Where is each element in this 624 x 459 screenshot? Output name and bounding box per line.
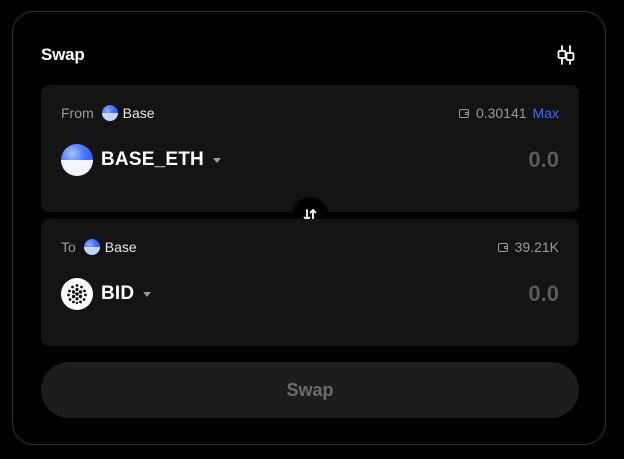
to-balance-value: 39.21K [514, 239, 559, 255]
chevron-down-icon [143, 292, 152, 297]
to-amount-input[interactable] [359, 281, 559, 307]
from-header-row: From Base 0.30141 Max [61, 103, 559, 123]
from-token-selector[interactable]: BASE_ETH [61, 144, 221, 176]
chevron-down-icon [212, 158, 221, 163]
wallet-icon [497, 242, 508, 252]
to-token-selector[interactable]: BID [61, 278, 152, 310]
from-label: From [61, 105, 94, 121]
from-chain-selector[interactable]: Base [101, 105, 155, 121]
swap-button[interactable]: Swap [41, 362, 579, 418]
bid-token-icon [61, 278, 93, 310]
base-chain-icon [83, 239, 100, 255]
swap-card: Swap From Base 0.30141 Max BASE_ETH 0.0 … [12, 11, 606, 445]
from-balance: 0.30141 Max [458, 105, 559, 121]
to-balance: 39.21K [497, 239, 559, 255]
from-token-row: BASE_ETH [61, 143, 559, 177]
from-token-symbol: BASE_ETH [101, 149, 204, 170]
to-token-symbol: BID [101, 283, 135, 304]
to-panel: To Base 39.21K BID 0.0 [41, 219, 579, 346]
wallet-icon [458, 108, 469, 118]
max-button[interactable]: Max [533, 105, 559, 121]
base-eth-token-icon [61, 144, 93, 176]
base-chain-icon [101, 105, 118, 121]
sliders-icon [557, 45, 575, 65]
to-token-row: BID [61, 277, 559, 311]
to-header-row: To Base 39.21K [61, 237, 559, 257]
to-label: To [61, 239, 76, 255]
to-chain-selector[interactable]: Base [83, 239, 137, 255]
page-title: Swap [41, 45, 85, 64]
from-balance-value: 0.30141 [475, 105, 527, 121]
to-chain-name: Base [104, 239, 137, 255]
from-panel: From Base 0.30141 Max BASE_ETH [41, 85, 579, 212]
from-chain-name: Base [122, 105, 155, 121]
from-amount-input[interactable] [359, 147, 559, 173]
settings-button[interactable] [555, 44, 577, 66]
